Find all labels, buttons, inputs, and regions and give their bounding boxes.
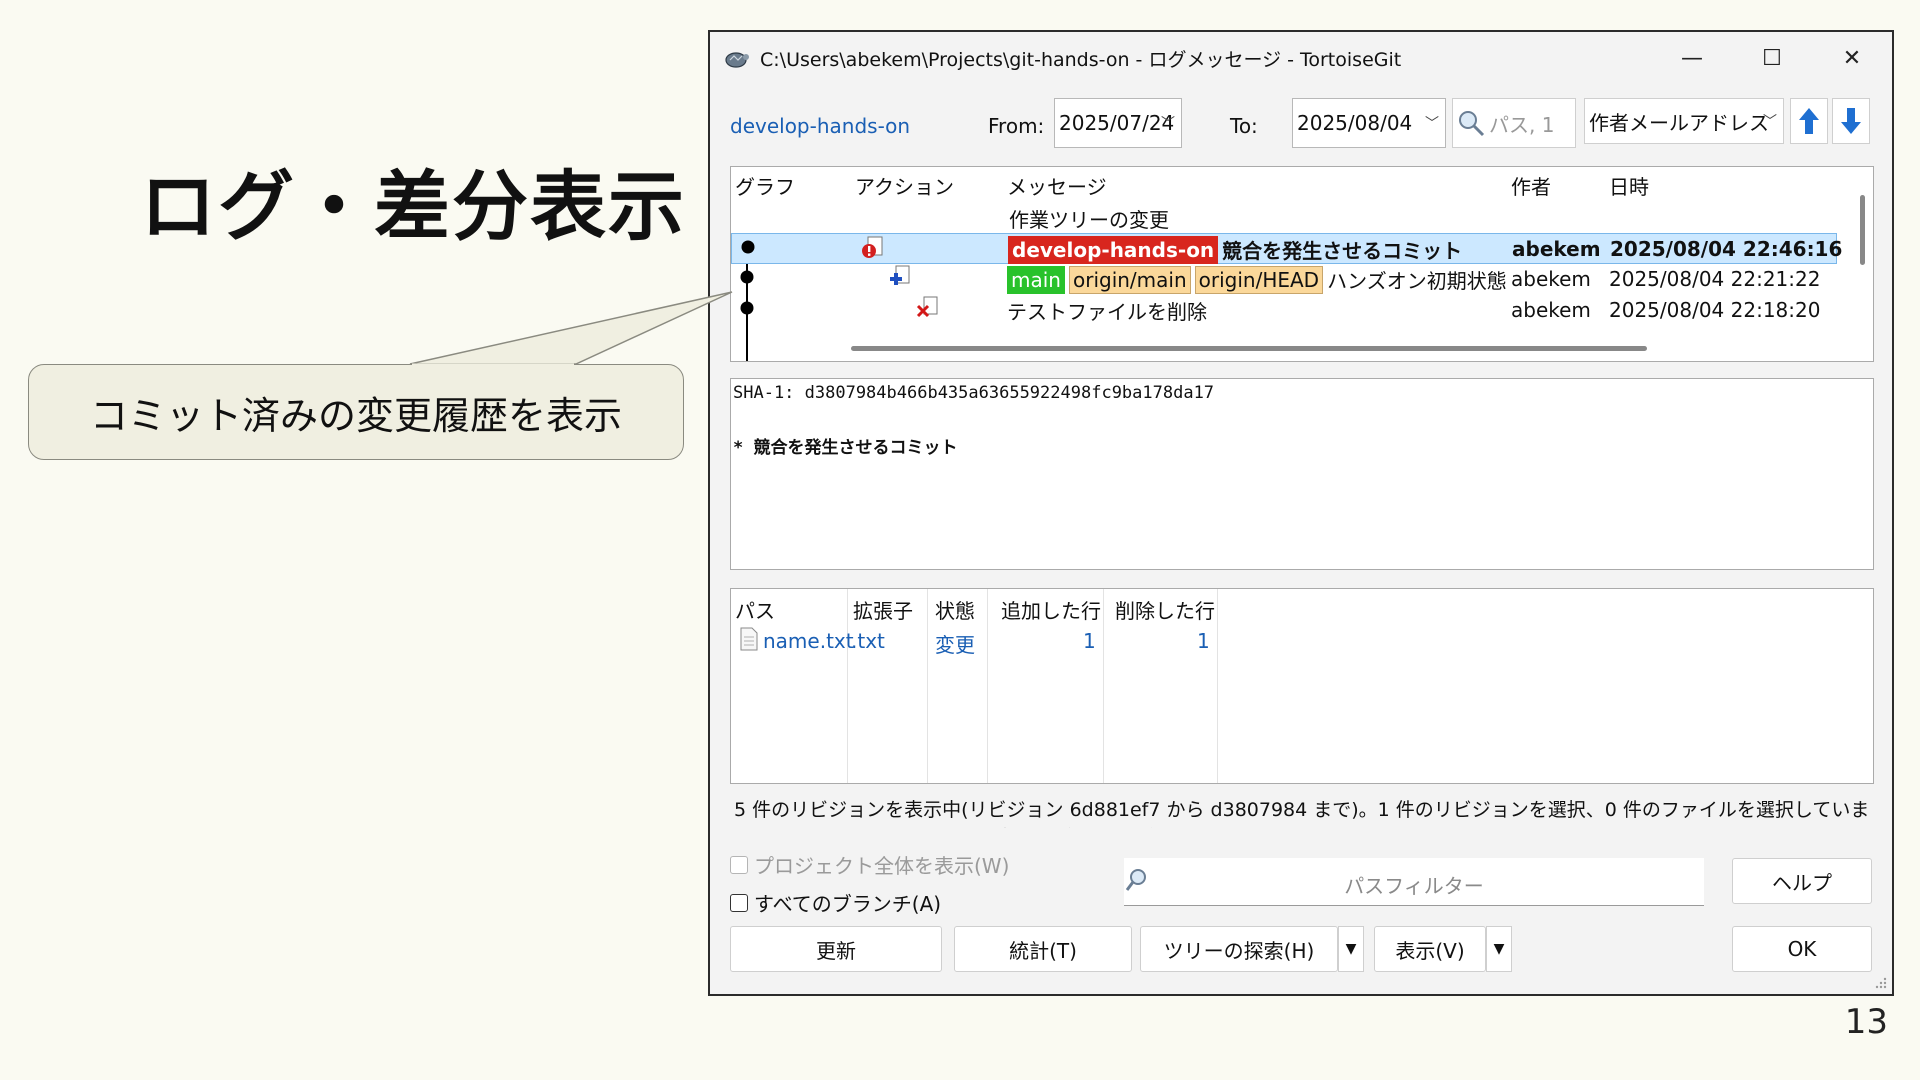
browse-tree-dropdown[interactable]: ▼ [1338, 926, 1364, 972]
conflict-file-icon [862, 236, 883, 258]
commit-author: abekem [1511, 298, 1591, 322]
help-button[interactable]: ヘルプ [1732, 858, 1872, 904]
file-lines-deleted: 1 [1197, 629, 1210, 653]
resize-grip-icon[interactable] [1874, 976, 1888, 990]
statistics-button[interactable]: 統計(T) [954, 926, 1132, 972]
callout-text: コミット済みの変更履歴を表示 [89, 393, 622, 438]
commit-author: abekem [1511, 267, 1591, 291]
view-dropdown[interactable]: ▼ [1486, 926, 1512, 972]
commit-detail-message: * 競合を発生させるコミット [733, 438, 958, 458]
branch-badge-origin-head: origin/HEAD [1194, 265, 1324, 294]
search-icon [1459, 111, 1485, 137]
log-search-input[interactable]: パス, 1 [1452, 98, 1576, 148]
to-label: To: [1230, 114, 1258, 138]
from-date-value: 2025/07/24 [1059, 111, 1175, 135]
chevron-down-icon: ﹀ [1425, 116, 1439, 132]
show-whole-project-checkbox[interactable]: プロジェクト全体を表示(W) [730, 850, 1009, 879]
minimize-button[interactable]: — [1652, 32, 1732, 84]
tortoise-app-icon [725, 52, 749, 68]
commit-author: abekem [1512, 237, 1601, 261]
column-status[interactable]: 状態 [935, 595, 975, 624]
column-lines-deleted[interactable]: 削除した行 [1115, 595, 1215, 624]
arrow-down-icon [1841, 108, 1861, 134]
refresh-button[interactable]: 更新 [730, 926, 942, 972]
log-row[interactable]: develop-hands-on 競合を発生させるコミット abekem 202… [731, 233, 1842, 264]
arrow-up-icon [1799, 108, 1819, 134]
dropdown-arrow-icon: ▼ [1493, 941, 1505, 957]
commit-message: テストファイルを削除 [1007, 300, 1207, 324]
checkbox-box [730, 855, 748, 874]
file-extension: .txt [851, 629, 885, 653]
title-bar: C:\Users\abekem\Projects\git-hands-on - … [710, 32, 1892, 84]
log-horizontal-scrollbar[interactable] [851, 346, 1647, 351]
commit-date: 2025/08/04 22:18:20 [1609, 298, 1821, 322]
page-number: 13 [1844, 1002, 1888, 1042]
branch-badge-main: main [1007, 265, 1065, 294]
all-branches-checkbox[interactable]: すべてのブランチ(A) [730, 888, 941, 917]
from-label: From: [988, 114, 1045, 138]
from-date-picker[interactable]: 2025/07/24 ﹀ [1054, 98, 1182, 148]
status-summary: 5 件のリビジョンを表示中(リビジョン 6d881ef7 から d3807984… [734, 799, 1870, 828]
log-row[interactable]: main origin/main origin/HEAD ハンズオン初期状態 a… [731, 264, 1837, 295]
column-author[interactable]: 作者 [1511, 171, 1551, 200]
path-filter-input[interactable]: パスフィルター [1124, 858, 1704, 906]
file-path[interactable]: name.txt [763, 629, 854, 653]
commit-node-icon [740, 301, 754, 315]
column-action[interactable]: アクション [855, 171, 954, 200]
branch-badge-origin-main: origin/main [1068, 265, 1191, 294]
file-lines-added: 1 [1083, 629, 1096, 653]
close-button[interactable]: ✕ [1812, 32, 1892, 84]
window-title: C:\Users\abekem\Projects\git-hands-on - … [760, 48, 1402, 71]
checkbox-box [730, 893, 748, 912]
log-header: グラフ アクション メッセージ 作者 日時 [731, 167, 1873, 201]
chevron-down-icon: ﹀ [1763, 114, 1777, 130]
browse-tree-button[interactable]: ツリーの探索(H) [1140, 926, 1338, 972]
commit-sha: SHA-1: d3807984b466b435a63655922498fc9ba… [733, 383, 1215, 403]
column-path[interactable]: パス [735, 595, 775, 624]
revision-log-list[interactable]: グラフ アクション メッセージ 作者 日時 作業ツリーの変更 develop-h… [730, 166, 1874, 362]
commit-date: 2025/08/04 22:21:22 [1609, 267, 1821, 291]
commit-node-icon [741, 240, 755, 254]
file-status: 変更 [935, 633, 975, 657]
changed-files-list[interactable]: パス 拡張子 状態 追加した行 削除した行 name.txt .txt 変更 1… [730, 588, 1874, 784]
commit-message: 競合を発生させるコミット [1222, 239, 1463, 263]
delete-file-icon [916, 296, 938, 318]
maximize-button[interactable]: ☐ [1732, 32, 1812, 84]
slide-title: ログ・差分表示 [140, 162, 686, 251]
commit-node-icon [740, 270, 754, 284]
to-date-picker[interactable]: 2025/08/04 ﹀ [1292, 98, 1446, 148]
to-date-value: 2025/08/04 [1297, 111, 1413, 135]
all-branches-label: すべてのブランチ(A) [754, 892, 942, 916]
working-tree-label: 作業ツリーの変更 [1009, 208, 1169, 232]
view-button[interactable]: 表示(V) [1374, 926, 1486, 972]
commit-message: ハンズオン初期状態 [1327, 269, 1507, 293]
path-filter-placeholder: パスフィルター [1344, 874, 1484, 898]
next-commit-button[interactable] [1832, 98, 1870, 144]
working-tree-row[interactable]: 作業ツリーの変更 [731, 201, 1837, 232]
tortoisegit-log-window: C:\Users\abekem\Projects\git-hands-on - … [708, 30, 1894, 996]
text-file-icon [740, 627, 758, 651]
log-row[interactable]: テストファイルを削除 abekem 2025/08/04 22:18:20 [731, 295, 1837, 326]
dropdown-arrow-icon: ▼ [1345, 941, 1357, 957]
show-whole-project-label: プロジェクト全体を表示(W) [754, 854, 1010, 878]
branch-badge-develop: develop-hands-on [1008, 235, 1219, 264]
add-file-icon [890, 265, 910, 285]
log-vertical-scrollbar[interactable] [1860, 195, 1865, 265]
previous-commit-button[interactable] [1790, 98, 1828, 144]
column-date[interactable]: 日時 [1609, 171, 1649, 200]
column-message[interactable]: メッセージ [1007, 171, 1107, 200]
search-placeholder: パス, 1 [1489, 112, 1555, 137]
current-branch-link[interactable]: develop-hands-on [730, 114, 910, 138]
column-extension[interactable]: 拡張子 [853, 595, 913, 624]
commit-detail-pane[interactable]: SHA-1: d3807984b466b435a63655922498fc9ba… [730, 378, 1874, 570]
chevron-down-icon: ﹀ [1161, 116, 1175, 132]
log-toolbar: develop-hands-on From: 2025/07/24 ﹀ To: … [710, 98, 1892, 154]
callout-bubble: コミット済みの変更履歴を表示 [28, 364, 684, 460]
column-lines-added[interactable]: 追加した行 [1001, 595, 1101, 624]
commit-date: 2025/08/04 22:46:16 [1610, 237, 1843, 261]
ok-button[interactable]: OK [1732, 926, 1872, 972]
search-field-select[interactable]: 作者メールアドレス ﹀ [1584, 98, 1784, 144]
search-field-value: 作者メールアドレス [1589, 110, 1769, 135]
